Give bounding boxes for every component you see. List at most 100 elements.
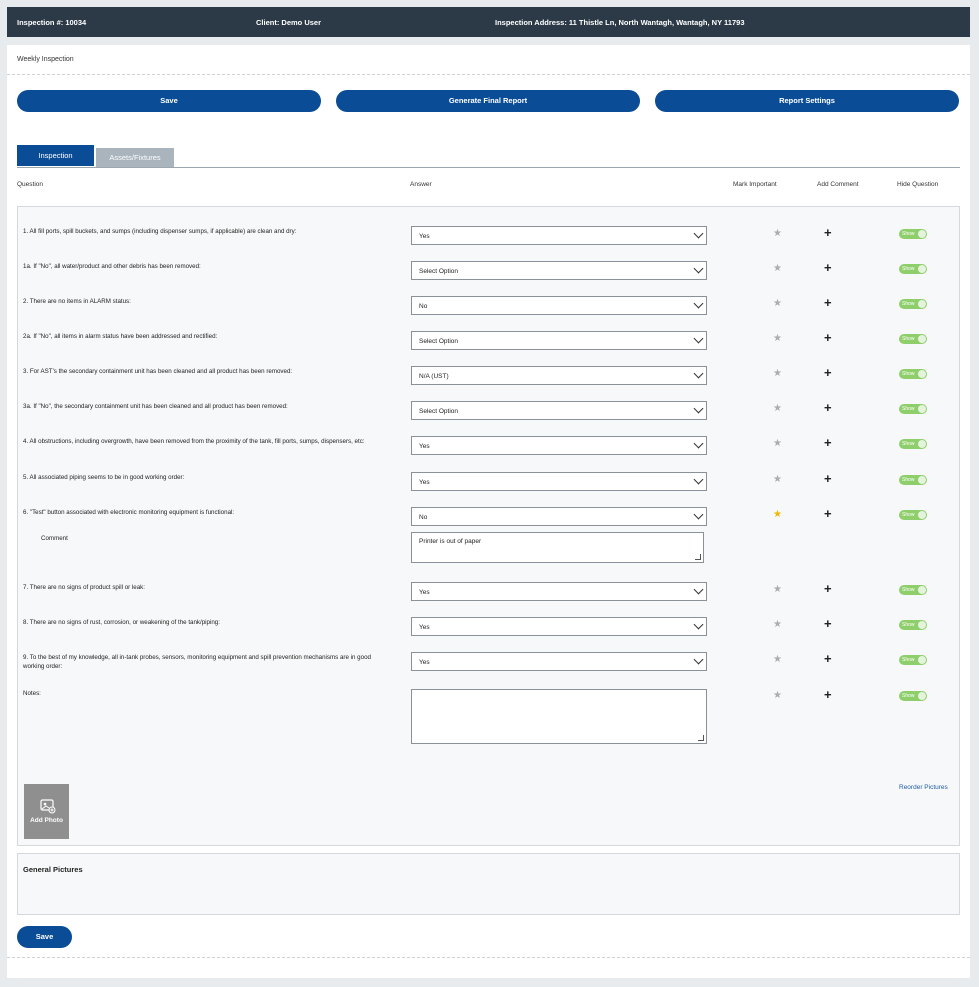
bottom-save-button[interactable]: Save bbox=[17, 926, 72, 948]
question-text: 9. To the best of my knowledge, all in-t… bbox=[23, 654, 371, 670]
hide-question-toggle[interactable]: Show bbox=[899, 475, 927, 485]
answer-value: Yes bbox=[419, 589, 430, 596]
mark-important-star-icon[interactable]: ★ bbox=[773, 691, 782, 701]
chevron-down-icon bbox=[693, 654, 704, 665]
tab-assets-fixtures[interactable]: Assets/Fixtures bbox=[96, 148, 174, 167]
comment-textarea[interactable]: Printer is out of paper bbox=[411, 532, 704, 563]
toggle-label: Show bbox=[902, 587, 915, 593]
add-comment-plus-icon[interactable]: + bbox=[824, 507, 832, 520]
question-text: 5. All associated piping seems to be in … bbox=[23, 474, 185, 481]
hide-question-toggle[interactable]: Show bbox=[899, 620, 927, 630]
hide-question-toggle[interactable]: Show bbox=[899, 369, 927, 379]
mark-important-star-icon[interactable]: ★ bbox=[773, 404, 782, 414]
add-comment-plus-icon[interactable]: + bbox=[824, 688, 832, 701]
mark-important-star-icon[interactable]: ★ bbox=[773, 475, 782, 485]
hide-question-toggle[interactable]: Show bbox=[899, 439, 927, 449]
answer-select[interactable]: Yes bbox=[411, 226, 707, 245]
tab-underline bbox=[17, 167, 960, 168]
mark-important-star-icon[interactable]: ★ bbox=[773, 369, 782, 379]
hide-question-toggle[interactable]: Show bbox=[899, 229, 927, 239]
chevron-down-icon bbox=[693, 298, 704, 309]
tab-inspection[interactable]: Inspection bbox=[17, 145, 94, 166]
report-settings-button[interactable]: Report Settings bbox=[655, 90, 959, 112]
mark-important-star-icon[interactable]: ★ bbox=[773, 655, 782, 665]
toggle-label: Show bbox=[902, 301, 915, 307]
add-comment-plus-icon[interactable]: + bbox=[824, 582, 832, 595]
answer-select[interactable]: Yes bbox=[411, 652, 707, 671]
question-text: 7. There are no signs of product spill o… bbox=[23, 584, 145, 591]
answer-select[interactable]: Select Option bbox=[411, 261, 707, 280]
answer-select[interactable]: No bbox=[411, 507, 707, 526]
save-button[interactable]: Save bbox=[17, 90, 321, 112]
answer-select[interactable]: Yes bbox=[411, 436, 707, 455]
add-comment-plus-icon[interactable]: + bbox=[824, 652, 832, 665]
question-text: 3. For AST's the secondary containment u… bbox=[23, 368, 293, 375]
column-mark-important: Mark Important bbox=[733, 181, 777, 188]
hide-question-toggle[interactable]: Show bbox=[899, 404, 927, 414]
inspection-number: Inspection #: 10034 bbox=[17, 18, 87, 27]
add-photo-button[interactable]: Add Photo bbox=[24, 784, 69, 839]
hide-question-toggle[interactable]: Show bbox=[899, 299, 927, 309]
add-comment-plus-icon[interactable]: + bbox=[824, 617, 832, 630]
comment-label: Comment bbox=[41, 535, 68, 542]
mark-important-star-icon[interactable]: ★ bbox=[773, 229, 782, 239]
answer-select[interactable]: N/A (UST) bbox=[411, 366, 707, 385]
hide-question-toggle[interactable]: Show bbox=[899, 334, 927, 344]
divider bbox=[7, 74, 970, 75]
hide-question-toggle[interactable]: Show bbox=[899, 585, 927, 595]
answer-select[interactable]: Select Option bbox=[411, 331, 707, 350]
notes-textarea[interactable] bbox=[411, 689, 707, 744]
mark-important-star-icon[interactable]: ★ bbox=[773, 620, 782, 630]
general-pictures-title: General Pictures bbox=[23, 865, 83, 874]
mark-important-star-icon[interactable]: ★ bbox=[773, 334, 782, 344]
mark-important-star-icon[interactable]: ★ bbox=[773, 299, 782, 309]
add-comment-plus-icon[interactable]: + bbox=[824, 226, 832, 239]
answer-value: Yes bbox=[419, 479, 430, 486]
hide-question-toggle[interactable]: Show bbox=[899, 264, 927, 274]
add-comment-plus-icon[interactable]: + bbox=[824, 261, 832, 274]
mark-important-star-icon[interactable]: ★ bbox=[773, 510, 782, 520]
question-text: 3a. If "No", the secondary containment u… bbox=[23, 403, 288, 410]
add-comment-plus-icon[interactable]: + bbox=[824, 366, 832, 379]
reorder-pictures-link[interactable]: Reorder Pictures bbox=[899, 784, 948, 791]
hide-question-toggle[interactable]: Show bbox=[899, 655, 927, 665]
resize-grip-icon[interactable] bbox=[698, 735, 704, 741]
add-comment-plus-icon[interactable]: + bbox=[824, 472, 832, 485]
question-text: 4. All obstructions, including overgrowt… bbox=[23, 438, 365, 445]
answer-value: Yes bbox=[419, 624, 430, 631]
chevron-down-icon bbox=[693, 228, 704, 239]
chevron-down-icon bbox=[693, 438, 704, 449]
answer-select[interactable]: Yes bbox=[411, 582, 707, 601]
generate-final-report-button[interactable]: Generate Final Report bbox=[336, 90, 640, 112]
general-pictures-panel: General Pictures bbox=[17, 853, 960, 915]
questions-panel: Printer is out of paper Comment Notes: ★… bbox=[17, 206, 960, 846]
add-comment-plus-icon[interactable]: + bbox=[824, 296, 832, 309]
mark-important-star-icon[interactable]: ★ bbox=[773, 439, 782, 449]
hide-question-toggle[interactable]: Show bbox=[899, 510, 927, 520]
column-hide-question: Hide Question bbox=[897, 181, 939, 188]
answer-select[interactable]: Select Option bbox=[411, 401, 707, 420]
client-name: Client: Demo User bbox=[256, 18, 322, 27]
inspection-address: Inspection Address: 11 Thistle Ln, North… bbox=[495, 18, 745, 27]
mark-important-star-icon[interactable]: ★ bbox=[773, 585, 782, 595]
answer-select[interactable]: No bbox=[411, 296, 707, 315]
question-text: 1. All fill ports, spill buckets, and su… bbox=[23, 228, 297, 235]
add-comment-plus-icon[interactable]: + bbox=[824, 401, 832, 414]
mark-important-star-icon[interactable]: ★ bbox=[773, 264, 782, 274]
chevron-down-icon bbox=[693, 584, 704, 595]
divider bbox=[7, 957, 970, 958]
toggle-label: Show bbox=[902, 512, 915, 518]
chevron-down-icon bbox=[693, 263, 704, 274]
toggle-label: Show bbox=[902, 336, 915, 342]
add-comment-plus-icon[interactable]: + bbox=[824, 331, 832, 344]
resize-grip-icon[interactable] bbox=[695, 554, 701, 560]
add-comment-plus-icon[interactable]: + bbox=[824, 436, 832, 449]
answer-value: N/A (UST) bbox=[419, 373, 449, 380]
answer-select[interactable]: Yes bbox=[411, 617, 707, 636]
add-photo-label: Add Photo bbox=[30, 817, 63, 824]
toggle-label: Show bbox=[902, 693, 915, 699]
answer-select[interactable]: Yes bbox=[411, 472, 707, 491]
hide-question-toggle[interactable]: Show bbox=[899, 691, 927, 701]
chevron-down-icon bbox=[693, 333, 704, 344]
answer-value: No bbox=[419, 303, 428, 310]
